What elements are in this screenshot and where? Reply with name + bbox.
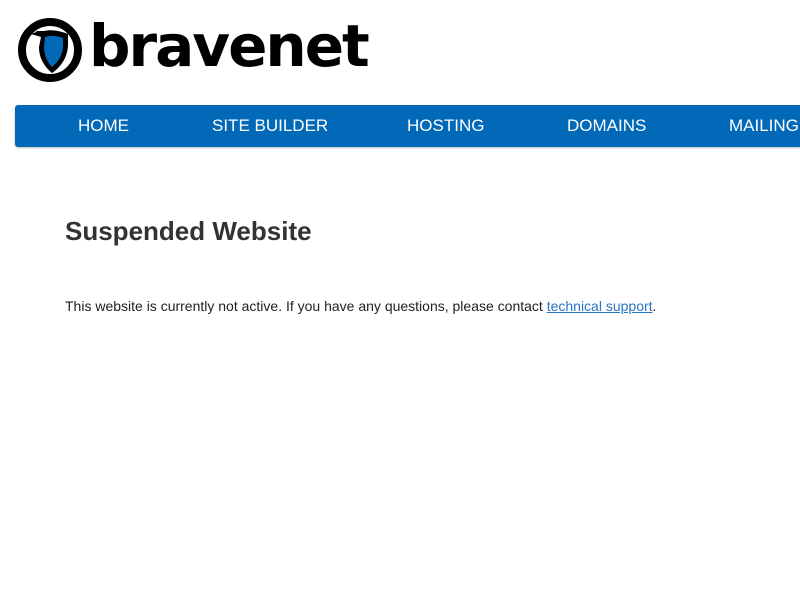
nav-item-site-builder[interactable]: SITE BUILDER (212, 105, 328, 147)
message-text: This website is currently not active. If… (65, 298, 547, 314)
main-navigation: HOME SITE BUILDER HOSTING DOMAINS MAILIN… (15, 105, 800, 147)
bravenet-logo[interactable]: bravenet (17, 13, 370, 83)
technical-support-link[interactable]: technical support (547, 298, 653, 314)
suspension-message: This website is currently not active. If… (65, 298, 656, 314)
page-title: Suspended Website (65, 216, 312, 246)
nav-item-domains[interactable]: DOMAINS (567, 105, 646, 147)
page: bravenet HOME SITE BUILDER HOSTING DOMAI… (0, 0, 800, 600)
message-period: . (652, 298, 657, 314)
nav-item-hosting[interactable]: HOSTING (407, 105, 484, 147)
bravenet-shield-logo-icon (18, 18, 82, 82)
nav-item-mailing[interactable]: MAILING (729, 105, 799, 147)
logo-wordmark: bravenet (89, 12, 370, 80)
nav-item-home[interactable]: HOME (78, 105, 129, 147)
